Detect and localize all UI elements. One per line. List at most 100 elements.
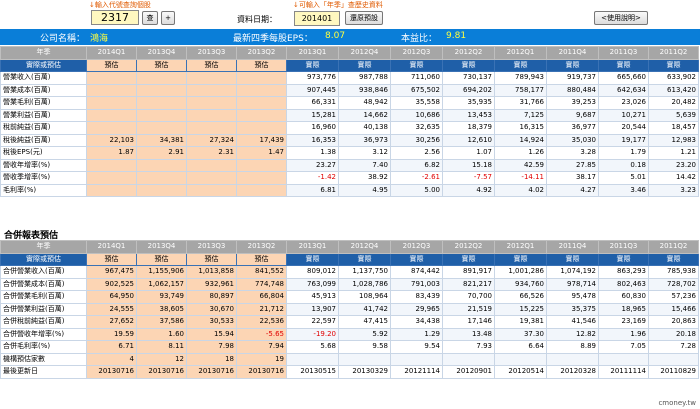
data-cell: 6.82 (390, 158, 443, 172)
data-cell: 83,439 (390, 290, 443, 304)
data-cell: 694,202 (442, 83, 495, 97)
data-cell: 6.64 (494, 340, 547, 354)
data-cell: 1.79 (598, 146, 649, 160)
data-cell: 4.02 (494, 183, 547, 197)
kind-cell: 實際 (390, 252, 443, 266)
header-cell: 年季 (0, 240, 87, 254)
data-cell: 1,155,906 (136, 265, 187, 279)
data-cell: 27,652 (86, 315, 137, 329)
data-cell: -14.11 (494, 171, 547, 185)
table-row: 合併營業利益(百萬) 24,555 38,605 30,670 21,712 13,907… (0, 302, 699, 316)
data-cell (186, 183, 237, 197)
query-button[interactable]: 查 (142, 11, 158, 25)
row-label: 營業成本(百萬) (0, 83, 87, 97)
header-cell: 2012Q3 (390, 46, 443, 60)
kind-cell: 實際或預估 (0, 58, 87, 72)
data-cell: 34,381 (136, 133, 187, 147)
data-cell: 1,074,192 (546, 265, 599, 279)
data-cell (136, 71, 187, 85)
data-cell: 15,225 (494, 302, 547, 316)
table-row: 營業利益(百萬) 15,281 14,662 10,686 13,453 7,125 9,6… (0, 108, 699, 122)
date-label: 資料日期： (237, 15, 277, 24)
data-cell: 791,003 (390, 277, 443, 291)
data-cell: 13,907 (286, 302, 339, 316)
data-cell (546, 352, 599, 366)
data-cell: 19,177 (598, 133, 649, 147)
data-cell (86, 71, 137, 85)
data-cell: -5.65 (236, 327, 287, 341)
table-row: 最後更新日 20130716 20130716 20130716 20130716 201… (0, 365, 699, 379)
data-cell (186, 158, 237, 172)
data-cell: -1.42 (286, 171, 339, 185)
data-cell: 20,863 (648, 315, 699, 329)
data-cell: 15,466 (648, 302, 699, 316)
data-cell: 64,950 (86, 290, 137, 304)
data-cell (494, 352, 547, 366)
data-cell: 902,525 (86, 277, 137, 291)
data-cell: 10,686 (390, 108, 443, 122)
data-cell: 20130515 (286, 365, 339, 379)
row-label: 稅後純益(百萬) (0, 133, 87, 147)
data-cell (236, 108, 287, 122)
kind-cell: 實際 (338, 58, 391, 72)
row-label: 合併毛利率(%) (0, 340, 87, 354)
row-label: 營業毛利(百萬) (0, 96, 87, 110)
data-cell (86, 171, 137, 185)
data-cell (648, 352, 699, 366)
kind-cell: 預估 (136, 58, 187, 72)
data-cell (236, 183, 287, 197)
data-cell: 20120901 (442, 365, 495, 379)
data-cell: 809,012 (286, 265, 339, 279)
footer-brand: cmoney.tw (658, 399, 696, 407)
data-cell: 40,138 (338, 121, 391, 135)
data-cell: 891,917 (442, 265, 495, 279)
data-cell: 13,453 (442, 108, 495, 122)
data-cell (86, 183, 137, 197)
pe-value: 9.81 (446, 31, 467, 41)
data-cell: 758,177 (494, 83, 547, 97)
stock-code-input[interactable]: 2317 (91, 10, 139, 25)
data-cell: 6.81 (286, 183, 339, 197)
data-cell: 32,635 (390, 121, 443, 135)
help-button[interactable]: <使用說明> (594, 11, 648, 25)
kind-cell: 預估 (136, 252, 187, 266)
data-cell: 45,913 (286, 290, 339, 304)
data-cell: 42.59 (494, 158, 547, 172)
data-cell: 3.23 (648, 183, 699, 197)
data-cell: 27,324 (186, 133, 237, 147)
data-cell: 35,375 (546, 302, 599, 316)
plus-button[interactable]: + (161, 11, 175, 25)
data-cell: 7.05 (598, 340, 649, 354)
header-cell: 2011Q3 (598, 240, 649, 254)
data-cell: 5.01 (598, 171, 649, 185)
data-cell: 14.42 (648, 171, 699, 185)
data-cell: 39,253 (546, 96, 599, 110)
data-cell: 1,028,786 (338, 277, 391, 291)
data-cell: 60,830 (598, 290, 649, 304)
date-input[interactable]: 201401 (294, 11, 340, 26)
data-cell: 5.92 (338, 327, 391, 341)
kind-cell: 實際 (598, 252, 649, 266)
data-cell: 675,502 (390, 83, 443, 97)
row-label: 營收季增率(%) (0, 171, 87, 185)
data-cell: 16,960 (286, 121, 339, 135)
restore-default-button[interactable]: 還原預設 (345, 11, 383, 25)
data-cell (136, 183, 187, 197)
kind-cell: 預估 (236, 252, 287, 266)
data-cell: 17,439 (236, 133, 287, 147)
data-cell: 874,442 (390, 265, 443, 279)
data-cell: 1.87 (86, 146, 137, 160)
header-cell: 2011Q4 (546, 46, 599, 60)
data-cell: 19,381 (494, 315, 547, 329)
data-cell: 730,137 (442, 71, 495, 85)
table-row: 稅後純益(百萬) 22,103 34,381 27,324 17,439 16,353 36… (0, 133, 699, 147)
header-cell: 2014Q1 (86, 240, 137, 254)
data-cell: 20,482 (648, 96, 699, 110)
row-label: 毛利率(%) (0, 183, 87, 197)
data-cell: 7,125 (494, 108, 547, 122)
data-cell: 4.27 (546, 183, 599, 197)
data-cell: 8.89 (546, 340, 599, 354)
data-cell: -19.20 (286, 327, 339, 341)
header-cell: 2014Q1 (86, 46, 137, 60)
data-cell: 3.28 (546, 146, 599, 160)
